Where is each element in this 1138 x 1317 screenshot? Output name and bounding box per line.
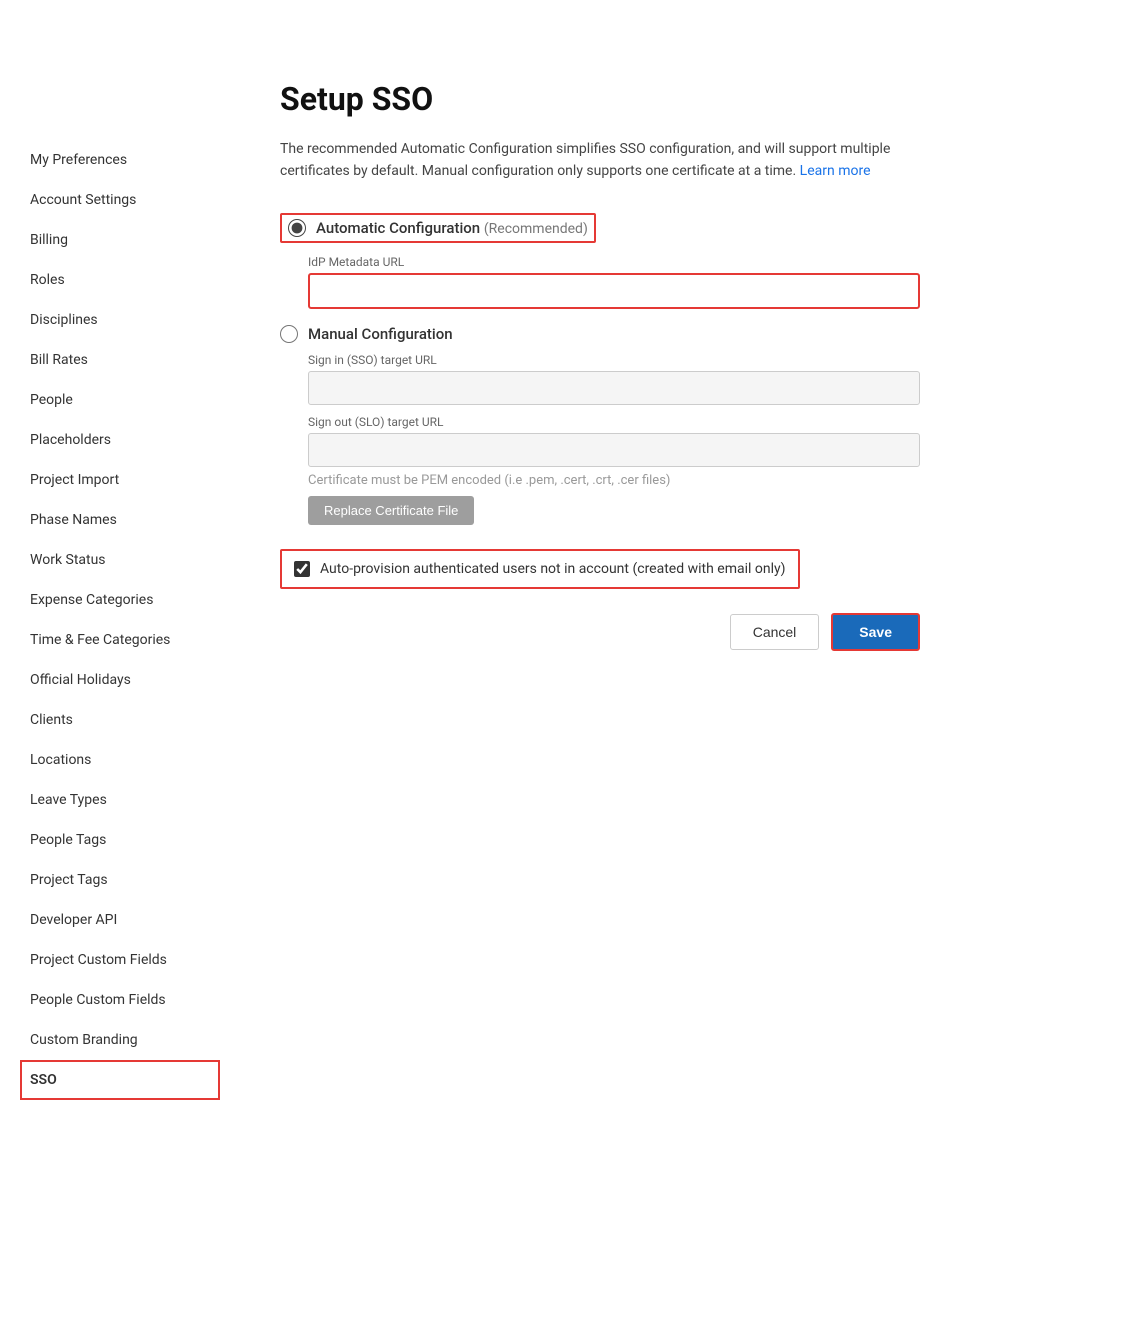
manual-config-option[interactable]: Manual Configuration bbox=[280, 325, 920, 343]
sign-in-input[interactable] bbox=[308, 371, 920, 405]
sidebar-item-roles[interactable]: Roles bbox=[20, 260, 220, 300]
sidebar-item-developer-api[interactable]: Developer API bbox=[20, 900, 220, 940]
sidebar-item-disciplines[interactable]: Disciplines bbox=[20, 300, 220, 340]
sidebar-item-time-fee-categories[interactable]: Time & Fee Categories bbox=[20, 620, 220, 660]
sidebar-item-people-custom-fields[interactable]: People Custom Fields bbox=[20, 980, 220, 1020]
sidebar-item-bill-rates[interactable]: Bill Rates bbox=[20, 340, 220, 380]
sign-out-input[interactable] bbox=[308, 433, 920, 467]
sidebar-item-official-holidays[interactable]: Official Holidays bbox=[20, 660, 220, 700]
sidebar-item-clients[interactable]: Clients bbox=[20, 700, 220, 740]
learn-more-link[interactable]: Learn more bbox=[800, 163, 871, 179]
save-button[interactable]: Save bbox=[831, 613, 920, 651]
manual-config-radio[interactable] bbox=[280, 325, 298, 343]
auto-provision-checkbox[interactable] bbox=[294, 561, 310, 577]
sidebar-item-project-custom-fields[interactable]: Project Custom Fields bbox=[20, 940, 220, 980]
auto-config-radio[interactable] bbox=[288, 219, 306, 237]
sign-in-label: Sign in (SSO) target URL bbox=[308, 353, 920, 367]
sidebar-item-phase-names[interactable]: Phase Names bbox=[20, 500, 220, 540]
sidebar-item-my-preferences[interactable]: My Preferences bbox=[20, 140, 220, 180]
page-title: Setup SSO bbox=[280, 80, 1078, 118]
sidebar-item-project-import[interactable]: Project Import bbox=[20, 460, 220, 500]
sidebar-item-leave-types[interactable]: Leave Types bbox=[20, 780, 220, 820]
idp-metadata-wrapper bbox=[308, 273, 920, 309]
sidebar-item-expense-categories[interactable]: Expense Categories bbox=[20, 580, 220, 620]
cert-note: Certificate must be PEM encoded (i.e .pe… bbox=[308, 473, 920, 488]
sidebar-item-project-tags[interactable]: Project Tags bbox=[20, 860, 220, 900]
sidebar-item-work-status[interactable]: Work Status bbox=[20, 540, 220, 580]
sso-form: Automatic Configuration (Recommended) Id… bbox=[280, 213, 920, 651]
description-text: The recommended Automatic Configuration … bbox=[280, 138, 900, 183]
sign-out-label: Sign out (SLO) target URL bbox=[308, 415, 920, 429]
cancel-button[interactable]: Cancel bbox=[730, 614, 820, 650]
sidebar-item-people-tags[interactable]: People Tags bbox=[20, 820, 220, 860]
auto-provision-row: Auto-provision authenticated users not i… bbox=[280, 549, 800, 589]
idp-metadata-label: IdP Metadata URL bbox=[308, 255, 920, 269]
sidebar-item-people[interactable]: People bbox=[20, 380, 220, 420]
sidebar-item-billing[interactable]: Billing bbox=[20, 220, 220, 260]
main-content: Setup SSO The recommended Automatic Conf… bbox=[240, 40, 1138, 1277]
replace-cert-button[interactable]: Replace Certificate File bbox=[308, 496, 474, 525]
auto-provision-label[interactable]: Auto-provision authenticated users not i… bbox=[320, 561, 786, 577]
sidebar: My PreferencesAccount SettingsBillingRol… bbox=[0, 40, 240, 1277]
sidebar-item-custom-branding[interactable]: Custom Branding bbox=[20, 1020, 220, 1060]
sign-out-wrapper bbox=[308, 433, 920, 467]
action-buttons: Cancel Save bbox=[280, 613, 920, 651]
auto-config-option[interactable]: Automatic Configuration (Recommended) bbox=[288, 219, 588, 237]
sidebar-item-placeholders[interactable]: Placeholders bbox=[20, 420, 220, 460]
sidebar-item-account-settings[interactable]: Account Settings bbox=[20, 180, 220, 220]
auto-config-row: Automatic Configuration (Recommended) bbox=[280, 213, 596, 243]
idp-metadata-input[interactable] bbox=[308, 273, 920, 309]
sidebar-item-locations[interactable]: Locations bbox=[20, 740, 220, 780]
sign-in-wrapper bbox=[308, 371, 920, 405]
sidebar-item-sso[interactable]: SSO bbox=[20, 1060, 220, 1100]
